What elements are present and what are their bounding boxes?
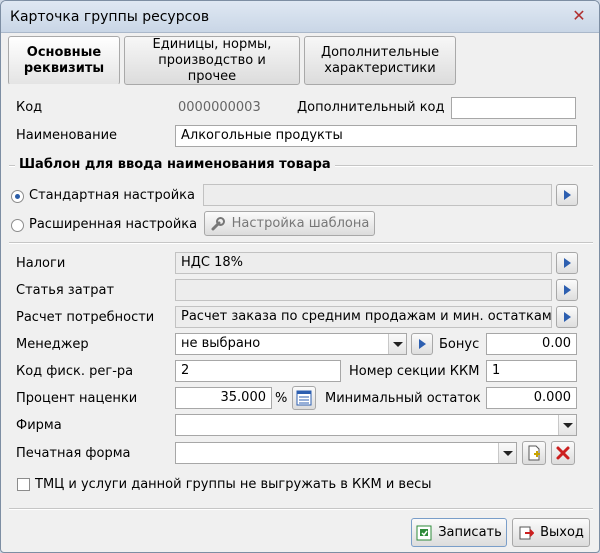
min-stock-input[interactable]: 0.000	[486, 387, 577, 409]
exit-icon	[518, 525, 535, 541]
firm-dropdown[interactable]	[175, 414, 577, 436]
print-form-dropdown[interactable]	[175, 442, 517, 464]
divider	[9, 242, 593, 244]
markup-table-button[interactable]	[292, 386, 316, 410]
name-label: Наименование	[16, 128, 118, 143]
template-group-title: Шаблон для ввода наименования товара	[15, 157, 335, 172]
no-export-label[interactable]: ТМЦ и услуги данной группы не выгружать …	[35, 477, 432, 492]
template-settings-button[interactable]: Настройка шаблона	[204, 211, 375, 236]
kkm-section-label: Номер секции ККМ	[349, 364, 480, 379]
cost-item-label: Статья затрат	[16, 283, 115, 298]
demand-calc-select-icon[interactable]	[556, 306, 578, 328]
template-settings-label: Настройка шаблона	[231, 216, 370, 231]
extended-radio[interactable]	[11, 219, 24, 232]
tab-label: Дополнительные характеристики	[320, 44, 440, 76]
tab-label: Основные реквизиты	[23, 44, 105, 76]
exit-label: Выход	[540, 525, 584, 540]
delete-print-form-button[interactable]	[551, 441, 575, 465]
add-print-form-button[interactable]	[522, 441, 546, 465]
chevron-down-icon[interactable]	[558, 415, 576, 435]
manager-dropdown[interactable]: не выбрано	[175, 333, 407, 355]
print-form-label: Печатная форма	[16, 446, 131, 461]
delete-icon	[555, 445, 571, 461]
save-label: Записать	[438, 525, 502, 540]
fiscal-code-label: Код фиск. рег-ра	[16, 364, 134, 379]
save-button[interactable]: Записать	[411, 518, 507, 547]
bonus-label: Бонус	[439, 337, 480, 352]
fiscal-code-input[interactable]: 2	[175, 360, 341, 382]
tab-additional-characteristics[interactable]: Дополнительные характеристики	[304, 36, 456, 85]
firm-label: Фирма	[16, 418, 62, 433]
save-icon	[416, 525, 432, 541]
title-bar: Карточка группы ресурсов ✕	[1, 1, 599, 33]
extended-radio-label[interactable]: Расширенная настройка	[29, 217, 197, 232]
code-value: 0000000003	[178, 100, 261, 115]
tab-label: Единицы, нормы, производство и прочее	[152, 36, 272, 84]
markup-unit: %	[275, 391, 288, 406]
exit-button[interactable]: Выход	[512, 518, 590, 547]
tab-units-norms[interactable]: Единицы, нормы, производство и прочее	[124, 36, 300, 85]
bonus-input[interactable]: 0.00	[486, 333, 577, 355]
footer-divider	[9, 508, 593, 510]
table-icon	[296, 390, 312, 406]
select-arrow-icon[interactable]	[556, 184, 578, 206]
manager-value: не выбрано	[181, 336, 261, 351]
taxes-select-icon[interactable]	[556, 252, 578, 274]
extra-code-label: Дополнительный код	[297, 100, 445, 115]
window-title: Карточка группы ресурсов	[10, 9, 210, 25]
taxes-label: Налоги	[16, 256, 66, 271]
demand-calc-field: Расчет заказа по средним продажам и мин.…	[175, 306, 552, 328]
standard-radio[interactable]	[11, 190, 24, 203]
cost-item-field	[175, 279, 552, 301]
code-label: Код	[16, 100, 43, 115]
manager-label: Менеджер	[16, 337, 89, 352]
demand-calc-label: Расчет потребности	[16, 310, 155, 325]
min-stock-label: Минимальный остаток	[325, 391, 481, 406]
standard-template-field	[203, 184, 552, 206]
close-icon[interactable]: ✕	[569, 7, 589, 25]
chevron-down-icon[interactable]	[498, 443, 516, 463]
markup-input[interactable]: 35.000	[175, 387, 272, 409]
chevron-down-icon[interactable]	[388, 334, 406, 354]
manager-select-icon[interactable]	[411, 333, 433, 355]
name-input[interactable]: Алкогольные продукты	[175, 125, 577, 147]
cost-item-select-icon[interactable]	[556, 279, 578, 301]
kkm-section-input[interactable]: 1	[486, 360, 577, 382]
extra-code-input[interactable]	[451, 97, 576, 119]
wrench-icon	[210, 216, 226, 232]
taxes-field: НДС 18%	[175, 252, 552, 274]
standard-radio-label[interactable]: Стандартная настройка	[29, 188, 195, 203]
tab-main-requisites[interactable]: Основные реквизиты	[8, 36, 120, 85]
resource-group-card-window: Карточка группы ресурсов ✕ Основные рекв…	[0, 0, 600, 553]
no-export-checkbox[interactable]	[17, 478, 30, 491]
markup-label: Процент наценки	[16, 391, 138, 406]
new-document-icon	[526, 445, 542, 461]
